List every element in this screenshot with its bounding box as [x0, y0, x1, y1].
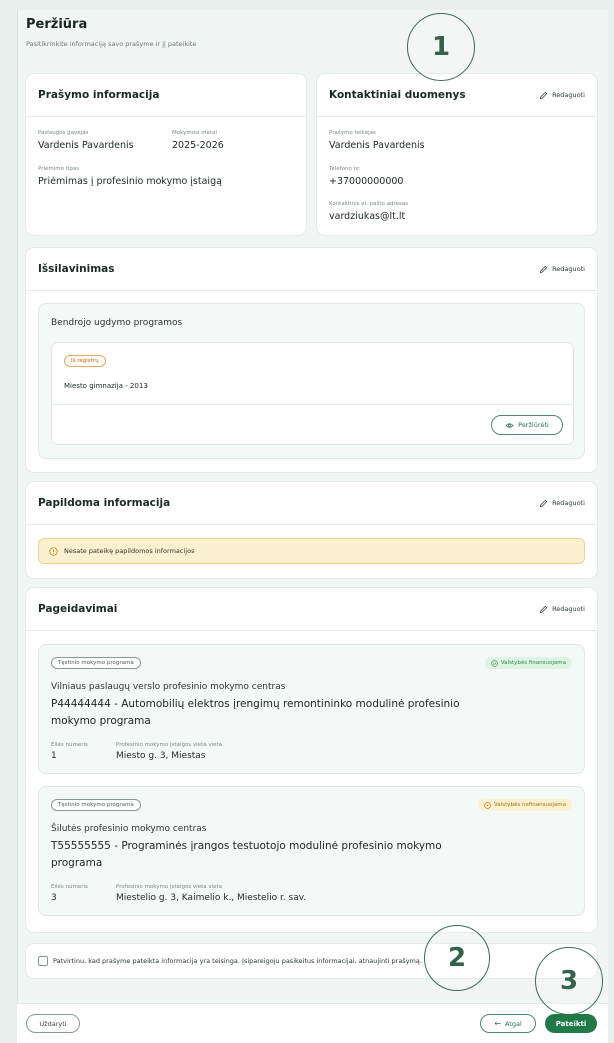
edit-additional-button[interactable]: Redaguoti	[539, 499, 585, 508]
education-group: Bendrojo ugdymo programos Iš registrų Mi…	[38, 303, 585, 459]
card-title: Pageidavimai	[38, 603, 118, 615]
receiver-label: Paslaugos gavėjas	[38, 130, 89, 136]
card-title: Kontaktiniai duomenys	[329, 89, 466, 101]
funding-status-badge: Valstybės nefinansuojama	[477, 799, 572, 811]
divider	[52, 404, 573, 405]
card-title: Prašymo informacija	[38, 89, 160, 101]
confirm-text: Patvirtinu, kad prašyme pateikta informa…	[53, 957, 422, 965]
program-type-badge: Tęstinio mokymo programa	[51, 799, 141, 811]
submit-button[interactable]: Pateikti	[545, 1014, 597, 1033]
page-title: Peržiūra	[26, 17, 88, 32]
card-header: Prašymo informacija	[26, 74, 306, 117]
edit-label: Redaguoti	[552, 499, 585, 507]
warning-text: Nesate pateikę papildomos informacijos	[64, 547, 195, 555]
funding-status-label: Valstybės nefinansuojama	[493, 802, 566, 808]
info-circle-icon	[484, 801, 491, 809]
application-info-card: Prašymo informacija Paslaugos gavėjas Va…	[26, 74, 306, 235]
funding-status-label: Valstybės finansuojama	[500, 660, 566, 666]
view-label: Peržiūrėti	[518, 421, 549, 429]
type-value: Priėmimas į profesinio mokymo įstaigą	[38, 176, 222, 187]
education-card: Išsilavinimas Redaguoti Bendrojo ugdymo …	[26, 248, 597, 472]
year-value: 2025-2026	[172, 140, 224, 151]
order-label: Eilės numeris	[51, 742, 88, 748]
wishes-card: Pageidavimai Redaguoti Tęstinio mokymo p…	[26, 588, 597, 932]
check-circle-icon	[491, 659, 498, 667]
back-label: Atgal	[504, 1019, 522, 1028]
view-button[interactable]: Peržiūrėti	[491, 415, 563, 435]
card-title: Papildoma informacija	[38, 497, 171, 509]
card-title: Išsilavinimas	[38, 263, 115, 275]
pencil-icon	[539, 91, 548, 99]
pencil-icon	[539, 499, 548, 507]
education-group-title: Bendrojo ugdymo programos	[51, 318, 183, 328]
wish-program-line2: mokymo programa	[51, 715, 151, 727]
email-label: Kontaktinis el. pašto adresas	[329, 201, 409, 207]
phone-label: Telefono nr.	[329, 166, 361, 172]
eye-icon	[505, 422, 514, 428]
wish-program-line1: P44444444 - Automobilių elektros įrengim…	[51, 698, 460, 710]
contacts-card: Kontaktiniai duomenys Redaguoti Prašymo …	[317, 74, 597, 235]
funding-status-badge: Valstybės finansuojama	[484, 657, 572, 669]
edit-label: Redaguoti	[552, 91, 585, 99]
warning-icon	[49, 546, 58, 556]
back-button[interactable]: ← Atgal	[480, 1014, 536, 1033]
applicant-label: Prašymo teikėjas	[329, 130, 376, 136]
arrow-left-icon: ←	[494, 1019, 501, 1028]
applicant-value: Vardenis Pavardenis	[329, 140, 425, 151]
card-header: Išsilavinimas Redaguoti	[26, 248, 597, 291]
location-label: Profesinio mokymo įstaigos vieta vieta	[116, 884, 223, 890]
page-subtitle: Pasitikrinkite informaciją savo prašyme …	[26, 40, 197, 48]
edit-label: Redaguoti	[552, 265, 585, 273]
close-label: Uždaryti	[39, 1019, 67, 1028]
order-value: 1	[51, 751, 57, 761]
order-label: Eilės numeris	[51, 884, 88, 890]
wish-program-line2: programa	[51, 857, 103, 869]
close-button[interactable]: Uždaryti	[26, 1014, 80, 1033]
wish-school: Šilutės profesinio mokymo centras	[51, 824, 207, 834]
edit-education-button[interactable]: Redaguoti	[539, 265, 585, 274]
edit-label: Redaguoti	[552, 605, 585, 613]
year-label: Mokymosi metai	[172, 130, 218, 136]
wish-item: Tęstinio mokymo programa Valstybės nefin…	[38, 786, 585, 916]
additional-info-card: Papildoma informacija Redaguoti Nesate p…	[26, 482, 597, 578]
submit-label: Pateikti	[555, 1019, 587, 1028]
annotation-marker-2: 2	[424, 925, 490, 991]
pencil-icon	[539, 265, 548, 273]
school-name: Miesto gimnazija - 2013	[64, 382, 148, 390]
card-header: Kontaktiniai duomenys Redaguoti	[317, 74, 597, 117]
annotation-marker-3: 3	[535, 947, 603, 1015]
edit-wishes-button[interactable]: Redaguoti	[539, 605, 585, 614]
order-value: 3	[51, 893, 57, 903]
card-header: Papildoma informacija Redaguoti	[26, 482, 597, 525]
program-type-badge: Tęstinio mokymo programa	[51, 657, 141, 669]
card-header: Pageidavimai Redaguoti	[26, 588, 597, 631]
location-label: Profesinio mokymo įstaigos vieta vieta	[116, 742, 223, 748]
phone-value: +37000000000	[329, 176, 404, 187]
confirm-checkbox[interactable]	[38, 956, 48, 966]
wish-school: Vilniaus paslaugų verslo profesinio moky…	[51, 682, 286, 692]
location-value: Miestelio g. 3, Kaimelio k., Miestelio r…	[116, 893, 307, 903]
receiver-value: Vardenis Pavardenis	[38, 140, 134, 151]
warning-banner: Nesate pateikę papildomos informacijos	[38, 538, 585, 564]
registry-badge: Iš registrų	[64, 355, 106, 367]
wish-item: Tęstinio mokymo programa Valstybės finan…	[38, 644, 585, 774]
confirmation-card: Patvirtinu, kad prašyme pateikta informa…	[26, 944, 597, 978]
annotation-marker-1: 1	[407, 13, 475, 81]
wish-program-line1: T55555555 - Programinės įrangos testuoto…	[51, 840, 442, 852]
type-label: Priėmimo tipas	[38, 166, 80, 172]
edit-contacts-button[interactable]: Redaguoti	[539, 91, 585, 100]
location-value: Miesto g. 3, Miestas	[116, 751, 206, 761]
pencil-icon	[539, 605, 548, 613]
email-value: vardziukas@lt.lt	[329, 211, 406, 222]
education-item: Iš registrų Miesto gimnazija - 2013 Perž…	[51, 342, 574, 445]
